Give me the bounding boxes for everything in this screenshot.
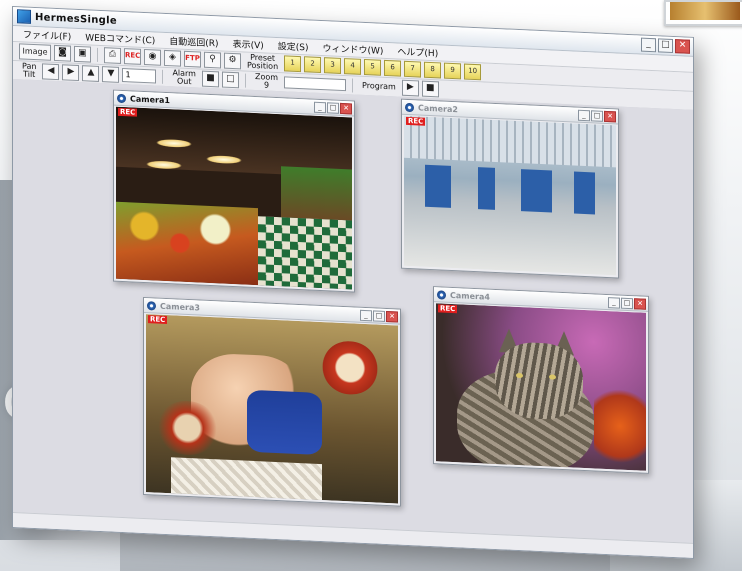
preset-button-5[interactable]: 5 — [364, 58, 382, 76]
camera-window-4[interactable]: Camera4 _ □ ✕ REC — [433, 286, 649, 474]
camera-1-name: Camera1 — [130, 93, 170, 105]
main-window: HermesSingle _ □ ✕ ファイル(F) WEBコマンド(C) 自動… — [12, 6, 694, 559]
minimize-button[interactable]: _ — [641, 37, 656, 53]
camera-1-close[interactable]: ✕ — [340, 102, 352, 114]
camera-2-name: Camera2 — [418, 102, 458, 114]
camera-3-maximize[interactable]: □ — [373, 309, 385, 322]
program-start-icon[interactable]: ▶ — [401, 79, 419, 97]
camera-icon — [147, 300, 156, 311]
menu-file[interactable]: ファイル(F) — [23, 27, 71, 42]
preset-button-10[interactable]: 10 — [464, 63, 482, 81]
speed-select[interactable]: 1 — [122, 68, 157, 84]
arrow-up-icon[interactable]: ▲ — [82, 65, 100, 82]
camera-1-view[interactable]: REC — [116, 106, 352, 290]
robot-icon[interactable]: ◈ — [164, 49, 181, 67]
camera-4-close[interactable]: ✕ — [634, 297, 646, 310]
preset-button-7[interactable]: 7 — [404, 60, 422, 78]
rec-button[interactable]: REC — [124, 48, 141, 65]
camera-2-minimize[interactable]: _ — [578, 109, 590, 121]
camera-3-close[interactable]: ✕ — [386, 310, 398, 323]
app-icon — [17, 9, 31, 24]
alarm-off-icon[interactable]: □ — [221, 71, 239, 89]
alarm-out-label: Alarm Out — [172, 68, 196, 87]
camera-icon — [117, 93, 126, 103]
camera-2-close[interactable]: ✕ — [604, 110, 616, 122]
maximize-button[interactable]: □ — [658, 38, 673, 54]
camera-window-3[interactable]: Camera3 _ □ ✕ REC — [143, 296, 401, 507]
program-label: Program — [362, 80, 396, 92]
camera-4-minimize[interactable]: _ — [608, 296, 620, 309]
menu-settings[interactable]: 設定(S) — [278, 39, 309, 53]
camera-1-maximize[interactable]: □ — [327, 101, 339, 114]
preset-button-3[interactable]: 3 — [324, 57, 342, 74]
camera-add-icon[interactable]: ▣ — [74, 45, 91, 63]
camera-window-1[interactable]: Camera1 _ □ ✕ REC — [113, 89, 355, 293]
program-stop-icon[interactable]: ■ — [421, 80, 439, 98]
preset-button-4[interactable]: 4 — [344, 58, 362, 75]
pan-tilt-label: Pan Tilt — [22, 61, 37, 80]
camera-1-minimize[interactable]: _ — [314, 101, 326, 113]
cat-icon[interactable]: ◉ — [144, 48, 161, 66]
background-thumbnail — [664, 0, 742, 26]
preset-position-label: Preset Position — [247, 52, 279, 72]
ftp-button[interactable]: FTP — [184, 50, 201, 68]
arrow-left-icon[interactable]: ◀ — [42, 63, 60, 81]
menu-auto-patrol[interactable]: 自動巡回(R) — [169, 34, 218, 49]
rec-badge: REC — [118, 107, 138, 117]
camera-3-view[interactable]: REC — [146, 314, 398, 504]
preset-button-2[interactable]: 2 — [304, 56, 322, 74]
camera-icon — [437, 289, 446, 300]
camera-2-view[interactable]: REC — [404, 115, 616, 276]
camera-2-maximize[interactable]: □ — [591, 109, 603, 122]
camera-4-name: Camera4 — [450, 290, 490, 302]
zoom-slider[interactable] — [284, 76, 347, 92]
preset-button-6[interactable]: 6 — [384, 59, 402, 77]
rec-badge: REC — [148, 315, 168, 325]
menu-help[interactable]: ヘルプ(H) — [397, 45, 438, 60]
menu-view[interactable]: 表示(V) — [233, 37, 264, 51]
camera-3-name: Camera3 — [160, 301, 200, 313]
menu-web-command[interactable]: WEBコマンド(C) — [85, 30, 155, 46]
zoom-value: 9 — [263, 80, 270, 90]
camera-4-view[interactable]: REC — [436, 303, 646, 471]
close-button[interactable]: ✕ — [675, 39, 690, 54]
preset-button-1[interactable]: 1 — [284, 55, 302, 73]
camera-window-2[interactable]: Camera2 _ □ ✕ REC — [401, 98, 619, 279]
preset-button-9[interactable]: 9 — [444, 62, 462, 80]
image-button[interactable]: Image — [19, 43, 51, 61]
alarm-on-icon[interactable]: ■ — [201, 70, 219, 88]
camera-4-maximize[interactable]: □ — [621, 297, 633, 309]
rec-badge: REC — [406, 116, 426, 126]
rec-badge: REC — [438, 304, 458, 314]
arrow-right-icon[interactable]: ▶ — [62, 64, 80, 82]
camera-3-minimize[interactable]: _ — [360, 309, 372, 321]
settings-icon[interactable]: ⚙ — [224, 52, 241, 70]
print-icon[interactable]: ⎙ — [104, 47, 121, 64]
menu-window[interactable]: ウィンドウ(W) — [323, 41, 384, 57]
arrow-down-icon[interactable]: ▼ — [102, 66, 120, 83]
search-icon[interactable]: ⚲ — [204, 51, 221, 69]
camera-panel-area: Camera1 _ □ ✕ REC Camera2 _ □ ✕ REC Came… — [13, 79, 693, 544]
preset-button-8[interactable]: 8 — [424, 61, 442, 79]
camera-icon — [405, 102, 414, 112]
camera-icon[interactable]: ◙ — [54, 44, 71, 62]
window-title: HermesSingle — [35, 11, 117, 27]
